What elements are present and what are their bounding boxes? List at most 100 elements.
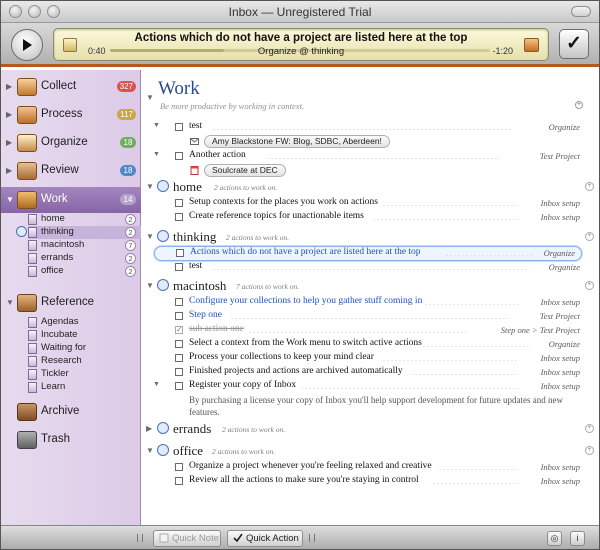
- disclosure-triangle-icon[interactable]: ▶: [146, 424, 152, 433]
- sidebar-item-review[interactable]: ▶ Review 18: [1, 158, 141, 184]
- sidebar-item-learn[interactable]: Learn: [28, 381, 141, 394]
- disclosure-triangle-icon[interactable]: ▶: [6, 82, 12, 91]
- context-section-thinking[interactable]: ▼ thinking 2 actions to work on. +: [146, 229, 596, 245]
- action-checkbox[interactable]: [175, 354, 183, 362]
- sidebar-item-macintosh[interactable]: macintosh 7: [28, 239, 141, 252]
- action-title[interactable]: test: [189, 121, 202, 131]
- info-button[interactable]: i: [570, 531, 585, 546]
- play-button[interactable]: [11, 29, 43, 61]
- action-row[interactable]: Organize a project whenever you're feeli…: [160, 461, 580, 475]
- action-checkbox[interactable]: [175, 152, 183, 160]
- action-checkbox[interactable]: [175, 123, 183, 131]
- quick-note-button[interactable]: Quick Note: [153, 530, 221, 547]
- quick-action-button[interactable]: Quick Action: [227, 530, 303, 547]
- focus-button[interactable]: ◎: [547, 531, 562, 546]
- sidebar-item-work[interactable]: ▼ Work 14: [1, 187, 141, 213]
- add-action-button[interactable]: +: [585, 424, 594, 433]
- sidebar-item-process[interactable]: ▶ Process 117: [1, 102, 141, 128]
- disclosure-triangle-icon[interactable]: ▶: [6, 166, 12, 175]
- action-row[interactable]: Create reference topics for unactionable…: [160, 211, 580, 225]
- complete-action-button[interactable]: ✓: [559, 29, 589, 59]
- sidebar-item-incubate[interactable]: Incubate: [28, 329, 141, 342]
- disclosure-triangle-icon[interactable]: ▼: [146, 446, 154, 455]
- sidebar-item-research[interactable]: Research: [28, 355, 141, 368]
- action-title[interactable]: Setup contexts for the places you work o…: [189, 197, 378, 207]
- action-row[interactable]: Review all the actions to make sure you'…: [160, 475, 580, 489]
- action-title[interactable]: Process your collections to keep your mi…: [189, 352, 374, 362]
- action-checkbox[interactable]: [175, 263, 183, 271]
- resize-grip-icon[interactable]: [137, 534, 143, 542]
- action-title[interactable]: Register your copy of Inbox: [189, 380, 296, 390]
- action-checkbox-checked[interactable]: ✓: [175, 326, 183, 334]
- disclosure-triangle-icon[interactable]: ▼: [153, 151, 160, 158]
- action-title[interactable]: Create reference topics for unactionable…: [189, 211, 364, 221]
- action-title[interactable]: Step one: [189, 310, 222, 320]
- action-title[interactable]: Review all the actions to make sure you'…: [189, 475, 419, 485]
- sidebar-item-tickler[interactable]: Tickler: [28, 368, 141, 381]
- linked-item-row[interactable]: Soulcrate at DEC: [190, 164, 550, 178]
- action-row-completed[interactable]: ✓ sub action one Step one > Test Project: [160, 324, 580, 338]
- disclosure-triangle-icon[interactable]: ▼: [146, 281, 154, 290]
- add-action-button[interactable]: +: [585, 182, 594, 191]
- action-title[interactable]: sub action one: [189, 324, 244, 334]
- disclosure-triangle-icon[interactable]: ▼: [6, 195, 14, 204]
- linked-document-tag[interactable]: Soulcrate at DEC: [204, 164, 286, 177]
- action-title[interactable]: Finished projects and actions are archiv…: [189, 366, 403, 376]
- sidebar-item-archive[interactable]: Archive: [1, 399, 141, 425]
- add-action-button[interactable]: +: [585, 232, 594, 241]
- sidebar-item-reference[interactable]: ▼ Reference: [1, 290, 141, 316]
- context-section-macintosh[interactable]: ▼ macintosh 7 actions to work on. +: [146, 278, 596, 294]
- action-title[interactable]: Organize a project whenever you're feeli…: [189, 461, 432, 471]
- action-row[interactable]: Configure your collections to help you g…: [160, 296, 580, 310]
- disclosure-triangle-icon[interactable]: ▼: [146, 232, 154, 241]
- disclosure-triangle-icon[interactable]: ▶: [6, 110, 12, 119]
- action-checkbox[interactable]: [175, 199, 183, 207]
- action-checkbox[interactable]: [175, 312, 183, 320]
- linked-item-row[interactable]: Amy Blackstone FW: Blog, SDBC, Aberdeen!: [190, 135, 550, 149]
- action-checkbox[interactable]: [175, 382, 183, 390]
- action-title[interactable]: Select a context from the Work menu to s…: [189, 338, 422, 348]
- context-section-office[interactable]: ▼ office 2 actions to work on. +: [146, 443, 596, 459]
- resize-grip-icon[interactable]: [309, 534, 315, 542]
- sidebar-item-office[interactable]: office 2: [28, 265, 141, 278]
- disclosure-triangle-icon[interactable]: ▼: [153, 122, 160, 129]
- action-checkbox[interactable]: [175, 477, 183, 485]
- sidebar-item-thinking[interactable]: thinking 2: [16, 226, 141, 239]
- sidebar-item-trash[interactable]: Trash: [1, 427, 141, 453]
- action-row[interactable]: Setup contexts for the places you work o…: [160, 197, 580, 211]
- sidebar-item-collect[interactable]: ▶ Collect 327: [1, 74, 141, 100]
- disclosure-triangle-icon[interactable]: ▶: [6, 138, 12, 147]
- action-title[interactable]: test: [189, 261, 202, 271]
- action-row[interactable]: Process your collections to keep your mi…: [160, 352, 580, 366]
- briefcase-icon[interactable]: [524, 38, 539, 52]
- action-row[interactable]: ▼ Register your copy of Inbox Inbox setu…: [153, 380, 580, 394]
- sidebar-item-agendas[interactable]: Agendas: [28, 316, 141, 329]
- action-checkbox[interactable]: [175, 340, 183, 348]
- selected-action-row[interactable]: Actions which do not have a project are …: [154, 246, 582, 261]
- action-row[interactable]: ▼ test Organize: [153, 121, 580, 135]
- sidebar-item-errands[interactable]: errands 2: [28, 252, 141, 265]
- action-row[interactable]: Select a context from the Work menu to s…: [160, 338, 580, 352]
- linked-email-tag[interactable]: Amy Blackstone FW: Blog, SDBC, Aberdeen!: [204, 135, 390, 148]
- action-row[interactable]: ▼ Another action Test Project: [153, 150, 580, 164]
- disclosure-triangle-icon[interactable]: ▼: [6, 298, 14, 307]
- context-section-home[interactable]: ▼ home 2 actions to work on. +: [146, 179, 596, 195]
- action-checkbox[interactable]: [175, 298, 183, 306]
- action-title[interactable]: Another action: [189, 150, 246, 160]
- context-section-errands[interactable]: ▶ errands 2 actions to work on. +: [146, 421, 596, 437]
- disclosure-triangle-icon[interactable]: ▼: [146, 93, 154, 102]
- action-row[interactable]: test Organize: [160, 261, 580, 275]
- toolbar-toggle-button[interactable]: [571, 6, 591, 17]
- sidebar-item-organize[interactable]: ▶ Organize 18: [1, 130, 141, 156]
- action-row[interactable]: Step one Test Project: [160, 310, 580, 324]
- disclosure-triangle-icon[interactable]: ▼: [153, 381, 160, 388]
- action-title[interactable]: Actions which do not have a project are …: [190, 247, 421, 257]
- add-context-button[interactable]: +: [575, 101, 583, 109]
- action-title[interactable]: Configure your collections to help you g…: [189, 296, 422, 306]
- sidebar-item-home[interactable]: home 2: [28, 213, 141, 226]
- add-action-button[interactable]: +: [585, 446, 594, 455]
- action-checkbox[interactable]: [176, 249, 184, 257]
- action-row[interactable]: Finished projects and actions are archiv…: [160, 366, 580, 380]
- action-checkbox[interactable]: [175, 368, 183, 376]
- action-checkbox[interactable]: [175, 213, 183, 221]
